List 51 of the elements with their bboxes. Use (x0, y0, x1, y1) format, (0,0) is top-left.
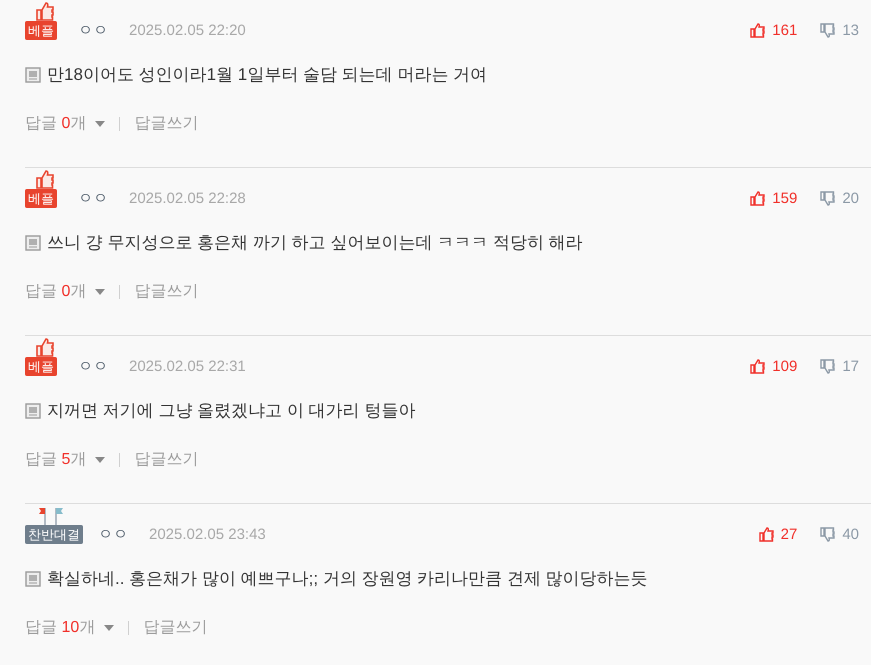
author-name: ㅇㅇ (98, 525, 128, 544)
comment-date: 2025.02.05 22:31 (129, 357, 246, 376)
thumbs-up-icon (35, 2, 55, 21)
caret-icon (95, 456, 106, 462)
reply-toggle[interactable]: 답글 0개 (25, 112, 106, 136)
thumbs-up-icon (35, 170, 55, 189)
thumbs-down-icon (820, 191, 836, 206)
write-reply-link[interactable]: 답글쓰기 (143, 616, 208, 640)
thumbs-up-icon (35, 338, 55, 357)
dislike-button[interactable]: 17 (820, 357, 859, 376)
dislike-button[interactable]: 13 (820, 21, 859, 40)
debate-badge: 찬반대결 (25, 525, 83, 544)
memo-icon (25, 234, 41, 251)
thumbs-down-icon (820, 23, 836, 38)
comment-text: 확실하네.. 홍은채가 많이 예쁘구나;; 거의 장원영 카리나만큼 견제 많이당하는듯 (47, 568, 648, 590)
memo-icon (25, 570, 41, 587)
thumbs-down-icon (820, 359, 836, 374)
memo-icon (25, 66, 41, 83)
thumbs-up-icon (750, 359, 766, 374)
like-button[interactable]: 27 (758, 525, 798, 544)
author-name: ㅇㅇ (78, 357, 108, 376)
memo-icon (25, 402, 41, 419)
reply-toggle[interactable]: 답글 10개 (25, 616, 114, 640)
dislike-button[interactable]: 40 (820, 525, 859, 544)
best-badge: 베플 (25, 189, 57, 208)
thumbs-up-icon (750, 191, 766, 206)
best-badge: 베플 (25, 21, 57, 40)
caret-icon (104, 624, 114, 630)
like-button[interactable]: 161 (750, 21, 798, 40)
comment-text: 만18이어도 성인이라1월 1일부터 술담 되는데 머라는 거여 (47, 64, 488, 86)
thumbs-up-icon (758, 527, 775, 542)
reply-toggle[interactable]: 답글 5개 (25, 448, 106, 472)
caret-icon (95, 288, 106, 294)
thumbs-up-icon (750, 23, 766, 38)
author-name: ㅇㅇ (78, 189, 108, 208)
comment-date: 2025.02.05 23:43 (149, 525, 266, 544)
reply-toggle[interactable]: 답글 0개 (25, 280, 106, 304)
comment-text: 지꺼면 저기에 그냥 올렸겠냐고 이 대가리 텅들아 (47, 400, 416, 422)
caret-icon (95, 120, 106, 126)
write-reply-link[interactable]: 답글쓰기 (134, 280, 198, 304)
like-button[interactable]: 109 (750, 357, 798, 376)
like-button[interactable]: 159 (750, 189, 798, 208)
dislike-button[interactable]: 20 (820, 189, 859, 208)
comment-date: 2025.02.05 22:28 (129, 189, 246, 208)
thumbs-down-icon (820, 527, 836, 542)
comment-text: 쓰니 걍 무지성으로 홍은채 까기 하고 싶어보이는데 ㅋㅋㅋ 적당히 해라 (47, 232, 583, 254)
best-badge: 베플 (25, 357, 57, 376)
write-reply-link[interactable]: 답글쓰기 (134, 448, 198, 472)
write-reply-link[interactable]: 답글쓰기 (134, 112, 198, 136)
author-name: ㅇㅇ (78, 21, 108, 40)
comment-date: 2025.02.05 22:20 (129, 21, 246, 40)
